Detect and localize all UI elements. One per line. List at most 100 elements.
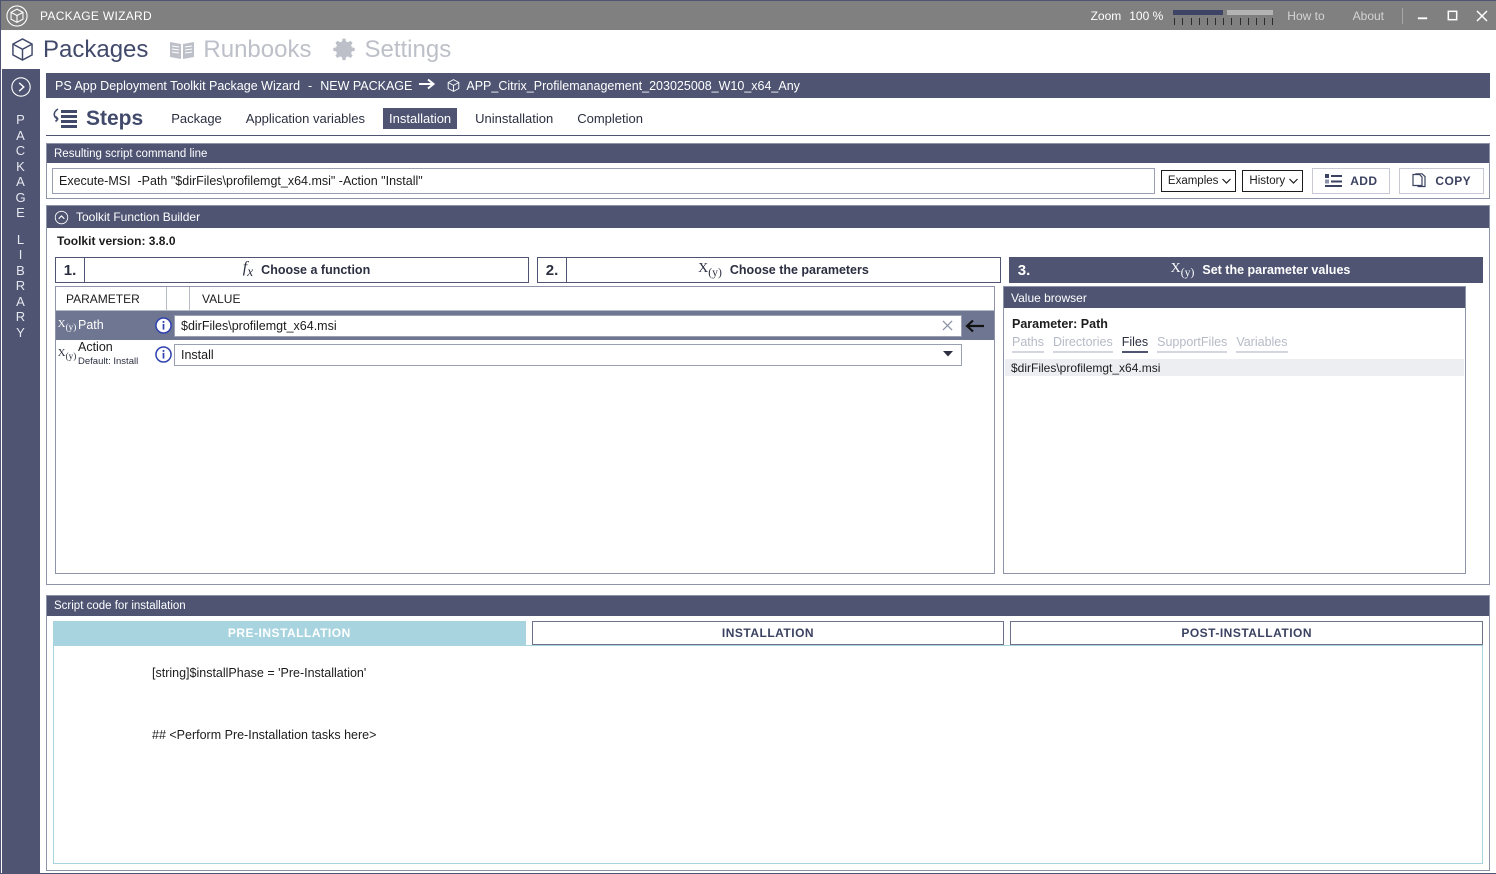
- cube-icon: [9, 36, 36, 63]
- builder-step-set-values[interactable]: 3. X(y) Set the parameter values: [1009, 257, 1483, 283]
- zoom-slider-fill: [1173, 9, 1224, 15]
- history-label: History: [1249, 174, 1286, 187]
- xy-icon: X(y): [57, 318, 77, 333]
- value-browser-parameter-title: Parameter: Path: [1012, 317, 1108, 331]
- info-icon[interactable]: [152, 317, 174, 334]
- about-link[interactable]: About: [1353, 9, 1384, 23]
- parameter-name-action-label: Action: [78, 340, 113, 354]
- builder-step-2-number: 2.: [538, 258, 567, 282]
- chevron-down-icon: [1289, 176, 1299, 186]
- vb-tab-supportfiles[interactable]: SupportFiles: [1157, 335, 1228, 353]
- table-row[interactable]: X(y) Path $dirFiles\profilemgt_x64.msi: [56, 311, 994, 340]
- breadcrumb-dash: -: [308, 78, 313, 93]
- value-browser-header: Value browser: [1004, 287, 1465, 308]
- builder-step-3-body: X(y) Set the parameter values: [1039, 261, 1482, 279]
- examples-dropdown[interactable]: Examples: [1160, 169, 1237, 192]
- minimize-icon[interactable]: [1407, 1, 1437, 30]
- parameter-default-action: Default: Install: [78, 356, 139, 367]
- maximize-icon[interactable]: [1437, 1, 1467, 30]
- column-header-value: VALUE: [202, 291, 241, 306]
- history-dropdown[interactable]: History: [1242, 169, 1304, 192]
- builder-step-3-number: 3.: [1010, 258, 1039, 282]
- script-code-editor[interactable]: [string]$installPhase = 'Pre-Installatio…: [53, 645, 1483, 864]
- menu-item-runbooks[interactable]: Runbooks: [168, 36, 311, 64]
- parameter-grid-header: PARAMETER VALUE: [56, 286, 994, 311]
- page-title: Steps: [86, 106, 144, 130]
- parameter-name-action: Action Default: Install: [78, 341, 152, 368]
- vb-tab-variables[interactable]: Variables: [1236, 335, 1288, 353]
- tab-post-installation[interactable]: POST-INSTALLATION: [1010, 621, 1484, 645]
- vb-tab-directories[interactable]: Directories: [1052, 335, 1113, 353]
- tab-application-variables[interactable]: Application variables: [240, 108, 371, 129]
- close-icon[interactable]: [1467, 1, 1496, 30]
- main-content: PS App Deployment Toolkit Package Wizard…: [40, 69, 1496, 873]
- script-code-panel: Script code for installation PRE-INSTALL…: [46, 595, 1490, 871]
- builder-step-1-body: fx Choose a function: [85, 259, 528, 280]
- tab-package[interactable]: Package: [165, 108, 228, 129]
- zoom-label: Zoom: [1090, 8, 1122, 23]
- tab-uninstallation[interactable]: Uninstallation: [469, 108, 559, 129]
- parameter-name-path: Path: [78, 318, 104, 332]
- parameter-value-action-text: Install: [181, 347, 214, 362]
- toolkit-version-value: 3.8.0: [148, 234, 176, 248]
- cube-icon: [446, 78, 461, 93]
- parameter-value-action[interactable]: Install: [174, 343, 962, 366]
- zoom-slider[interactable]: [1173, 6, 1274, 26]
- menu-item-packages[interactable]: Packages: [9, 36, 148, 64]
- chevron-down-icon[interactable]: [939, 349, 957, 360]
- arrow-left-icon[interactable]: [962, 319, 988, 333]
- builder-step-choose-function[interactable]: 1. fx Choose a function: [55, 257, 529, 283]
- chevron-right-circle-icon[interactable]: [10, 76, 32, 103]
- parameter-value-path-text: $dirFiles\profilemgt_x64.msi: [181, 318, 337, 333]
- command-line-input[interactable]: Execute-MSI -Path "$dirFiles\profilemgt_…: [52, 167, 1155, 194]
- builder-step-2-body: X(y) Choose the parameters: [567, 261, 1000, 279]
- chevron-up-circle-icon[interactable]: [54, 210, 69, 225]
- xy-icon: X(y): [1170, 261, 1195, 279]
- breadcrumb-mode: NEW PACKAGE: [320, 78, 413, 93]
- list-icon: [1325, 173, 1343, 188]
- toolkit-version: Toolkit version: 3.8.0: [47, 228, 1489, 251]
- tab-completion[interactable]: Completion: [571, 108, 649, 129]
- zoom-slider-track: [1227, 9, 1274, 15]
- builder-step-choose-parameters[interactable]: 2. X(y) Choose the parameters: [537, 257, 1001, 283]
- builder-step-2-label: Choose the parameters: [729, 262, 869, 277]
- menu-label-runbooks: Runbooks: [203, 35, 312, 63]
- add-button[interactable]: ADD: [1312, 167, 1391, 194]
- add-label: ADD: [1350, 173, 1378, 188]
- arrow-right-icon: [419, 78, 437, 93]
- window-titlebar: PACKAGE WIZARD Zoom 100 % How to About: [1, 1, 1496, 30]
- menu-label-settings: Settings: [364, 35, 452, 63]
- list-item[interactable]: $dirFiles\profilemgt_x64.msi: [1005, 359, 1464, 376]
- tab-installation-code[interactable]: INSTALLATION: [531, 621, 1005, 645]
- parameter-grid: PARAMETER VALUE X(y) Path $dirFiles\prof…: [55, 286, 995, 574]
- toolkit-function-builder-header: Toolkit Function Builder: [47, 206, 1489, 228]
- table-row[interactable]: X(y) Action Default: Install Install: [56, 340, 994, 369]
- fx-icon: fx: [242, 259, 254, 280]
- value-browser-panel: Value browser Parameter: Path Paths Dire…: [1003, 286, 1466, 574]
- toolkit-function-builder-panel: Toolkit Function Builder Toolkit version…: [46, 205, 1490, 585]
- vb-tab-paths[interactable]: Paths: [1012, 335, 1044, 353]
- breadcrumb: PS App Deployment Toolkit Package Wizard…: [46, 73, 1490, 98]
- vb-tab-files[interactable]: Files: [1121, 335, 1149, 353]
- parameter-value-path[interactable]: $dirFiles\profilemgt_x64.msi: [174, 314, 962, 337]
- gear-icon: [331, 37, 357, 63]
- builder-step-3-label: Set the parameter values: [1202, 262, 1351, 277]
- zoom-value: 100 %: [1129, 8, 1164, 23]
- menu-label-packages: Packages: [43, 35, 149, 63]
- script-phase-tabs: PRE-INSTALLATION INSTALLATION POST-INSTA…: [53, 621, 1484, 645]
- tab-installation[interactable]: Installation: [383, 108, 458, 129]
- xy-icon: X(y): [57, 347, 77, 362]
- breadcrumb-app: PS App Deployment Toolkit Package Wizard: [55, 78, 301, 93]
- info-icon[interactable]: [152, 346, 174, 363]
- toolkit-function-builder-title: Toolkit Function Builder: [76, 210, 201, 224]
- tab-pre-installation[interactable]: PRE-INSTALLATION: [53, 621, 526, 645]
- menu-item-settings[interactable]: Settings: [331, 36, 451, 64]
- breadcrumb-package-name: APP_Citrix_Profilemanagement_203025008_W…: [466, 78, 800, 93]
- close-icon[interactable]: [938, 318, 957, 334]
- examples-label: Examples: [1167, 174, 1219, 187]
- steps-navigation: Steps Package Application variables Inst…: [46, 102, 1490, 136]
- xy-icon: X(y): [698, 261, 722, 279]
- builder-steps: 1. fx Choose a function 2. X(y) Choose t…: [55, 257, 1483, 283]
- copy-button[interactable]: COPY: [1399, 167, 1484, 194]
- how-to-link[interactable]: How to: [1287, 9, 1324, 23]
